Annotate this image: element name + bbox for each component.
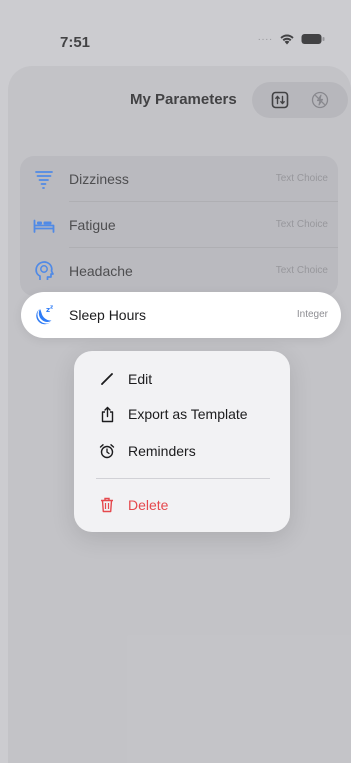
selected-parameter-row[interactable]: z z Sleep Hours Integer (21, 292, 341, 338)
menu-item-label: Reminders (128, 443, 196, 459)
moon-zzz-icon: z z (36, 305, 53, 325)
menu-item-export[interactable]: Export as Template (74, 396, 290, 432)
parameter-label: Sleep Hours (69, 307, 147, 323)
trash-icon (99, 497, 115, 513)
menu-item-label: Delete (128, 497, 169, 513)
menu-item-label: Export as Template (128, 406, 248, 422)
menu-item-delete[interactable]: Delete (74, 487, 290, 523)
parameter-type: Integer (296, 309, 328, 320)
pencil-icon (99, 371, 115, 387)
svg-text:z: z (50, 305, 53, 311)
share-icon (99, 406, 115, 422)
context-menu: Edit Export as Template Reminders Delete (74, 351, 290, 532)
alarm-clock-icon (99, 443, 115, 459)
menu-item-edit[interactable]: Edit (74, 361, 290, 397)
menu-item-reminders[interactable]: Reminders (74, 433, 290, 469)
menu-divider (96, 478, 270, 479)
menu-item-label: Edit (128, 371, 153, 387)
